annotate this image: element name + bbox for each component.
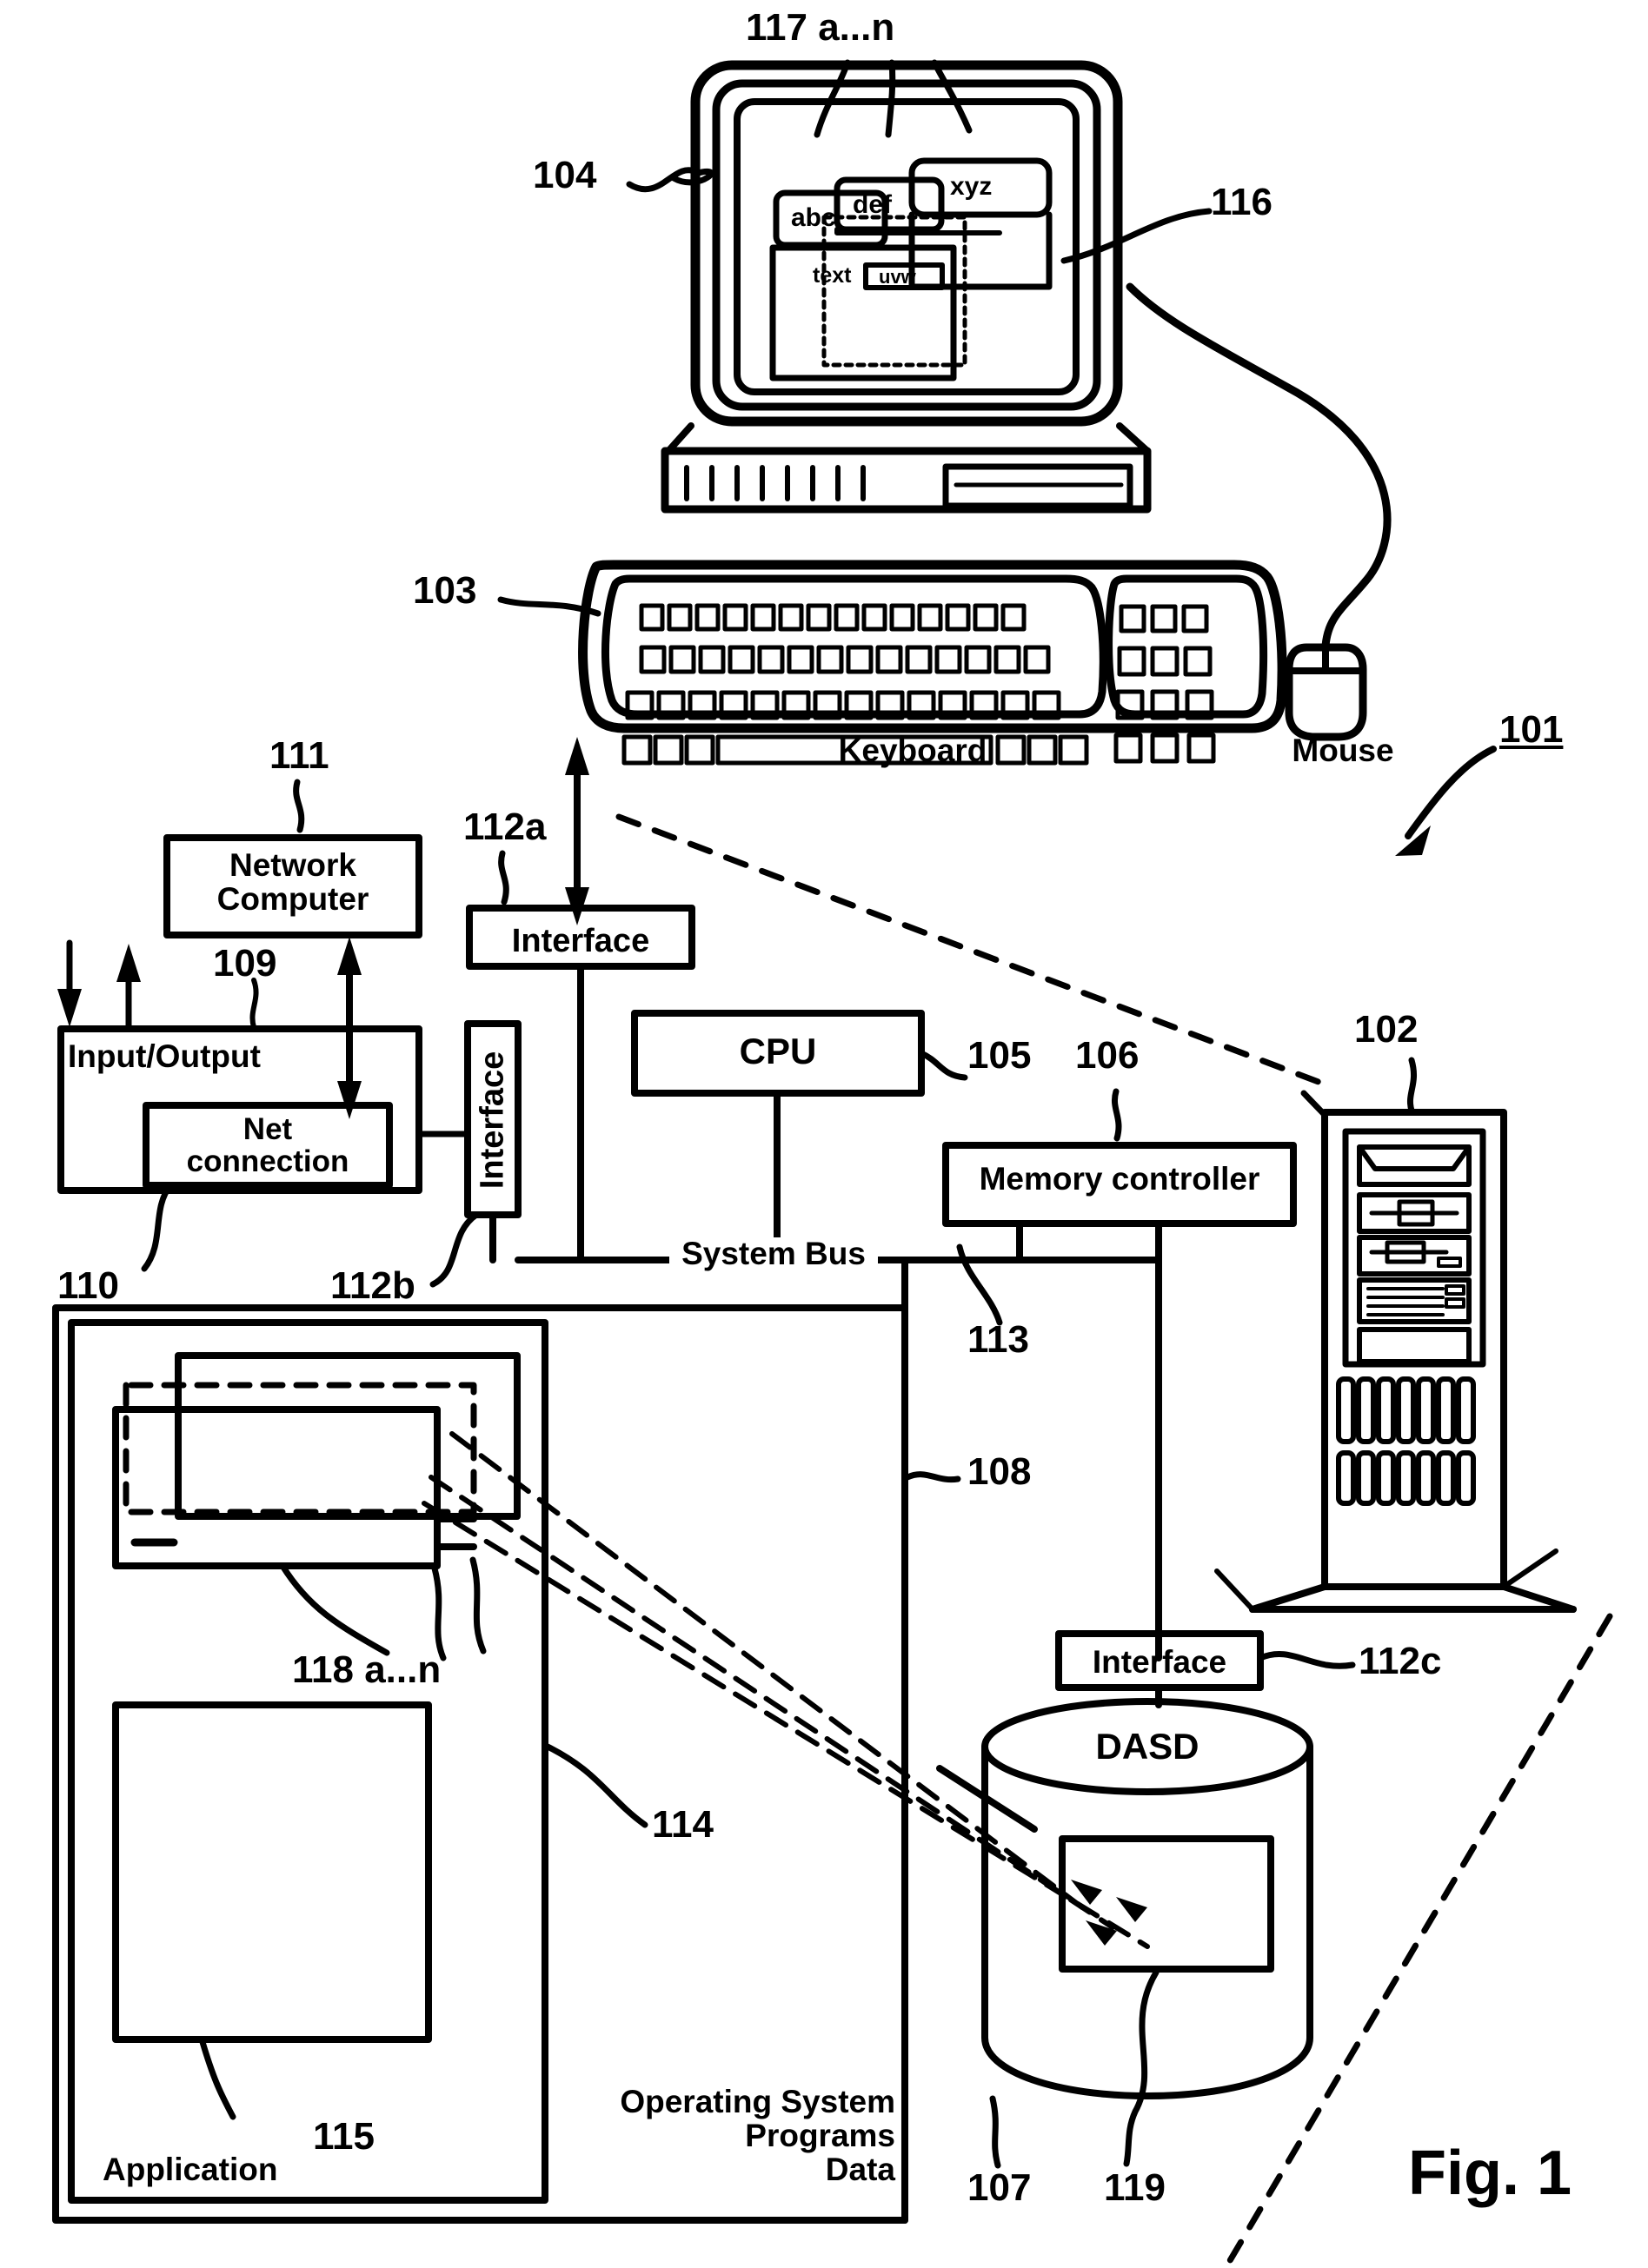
keyboard-label: Keyboard bbox=[838, 733, 987, 768]
window-tab-def-label: def bbox=[853, 190, 892, 219]
ref-119: 119 bbox=[1104, 2166, 1166, 2209]
ref-112b: 112b bbox=[330, 1264, 415, 1307]
memory-controller-label: Memory controller bbox=[979, 1161, 1260, 1197]
ref-110: 110 bbox=[57, 1264, 119, 1307]
dasd-record-box bbox=[1059, 1835, 1274, 1973]
cpu-label: CPU bbox=[739, 1031, 817, 1071]
ref-109: 109 bbox=[213, 942, 277, 985]
screen-text-label: text bbox=[813, 263, 852, 288]
network-computer-label: Network Computer bbox=[167, 847, 419, 917]
ref-103: 103 bbox=[413, 569, 477, 612]
ref-115: 115 bbox=[313, 2115, 375, 2158]
mouse-label: Mouse bbox=[1292, 733, 1394, 768]
ref-116: 116 bbox=[1211, 181, 1273, 223]
operating-system-label: Operating System Programs Data bbox=[522, 2084, 895, 2187]
net-connection-line2: connection bbox=[186, 1144, 349, 1178]
input-output-label: Input/Output bbox=[68, 1038, 261, 1074]
monitor-base bbox=[661, 422, 1152, 514]
windows-118 bbox=[112, 1352, 521, 1569]
ref-112c: 112c bbox=[1359, 1640, 1442, 1682]
figure-title: Fig. 1 bbox=[1408, 2139, 1572, 2208]
interface-b-label: Interface bbox=[474, 1051, 511, 1190]
ref-117: 117 a...n bbox=[746, 6, 895, 49]
ref-106: 106 bbox=[1075, 1034, 1140, 1077]
application-label: Application bbox=[103, 2152, 278, 2187]
patent-figure-1: abc def xyz text uvw 117 a...n 104 116 1… bbox=[0, 0, 1648, 2268]
screen-text-field-value: uvw bbox=[879, 266, 916, 288]
ref-102: 102 bbox=[1354, 1008, 1419, 1051]
block-115-box bbox=[112, 1701, 432, 2043]
ref-107: 107 bbox=[967, 2166, 1032, 2209]
ref-114: 114 bbox=[652, 1803, 714, 1846]
interface-b-label-wrap: Interface bbox=[389, 1051, 597, 1190]
keyboard-interface-arrow bbox=[565, 737, 589, 925]
net-connection-label: Net connection bbox=[146, 1112, 389, 1178]
network-computer-line2: Computer bbox=[216, 880, 369, 917]
network-computer-line1: Network bbox=[229, 847, 356, 883]
interface-c-label: Interface bbox=[1092, 1644, 1227, 1680]
window-tab-abc-label: abc bbox=[791, 203, 836, 232]
dasd-label: DASD bbox=[1095, 1726, 1199, 1767]
ref-108: 108 bbox=[967, 1450, 1032, 1493]
ref-101: 101 bbox=[1499, 708, 1564, 751]
os-line3: Data bbox=[825, 2151, 895, 2187]
system-bus-label: System Bus bbox=[669, 1237, 878, 1271]
ref-111: 111 bbox=[269, 734, 329, 777]
ref-118: 118 a...n bbox=[292, 1648, 442, 1691]
os-line1: Operating System bbox=[620, 2084, 895, 2119]
net-connection-line1: Net bbox=[243, 1112, 293, 1146]
monitor-outline bbox=[690, 60, 1123, 427]
window-tab-xyz-label: xyz bbox=[950, 172, 993, 201]
ref-105: 105 bbox=[967, 1034, 1032, 1077]
ref-112a: 112a bbox=[463, 806, 547, 848]
mouse bbox=[1126, 282, 1392, 741]
memory-to-dasd-dashed bbox=[422, 1431, 1150, 1949]
os-line2: Programs bbox=[745, 2117, 895, 2153]
ref-104: 104 bbox=[533, 154, 597, 196]
ref-113: 113 bbox=[967, 1318, 1029, 1361]
interface-a-label: Interface bbox=[511, 923, 650, 959]
